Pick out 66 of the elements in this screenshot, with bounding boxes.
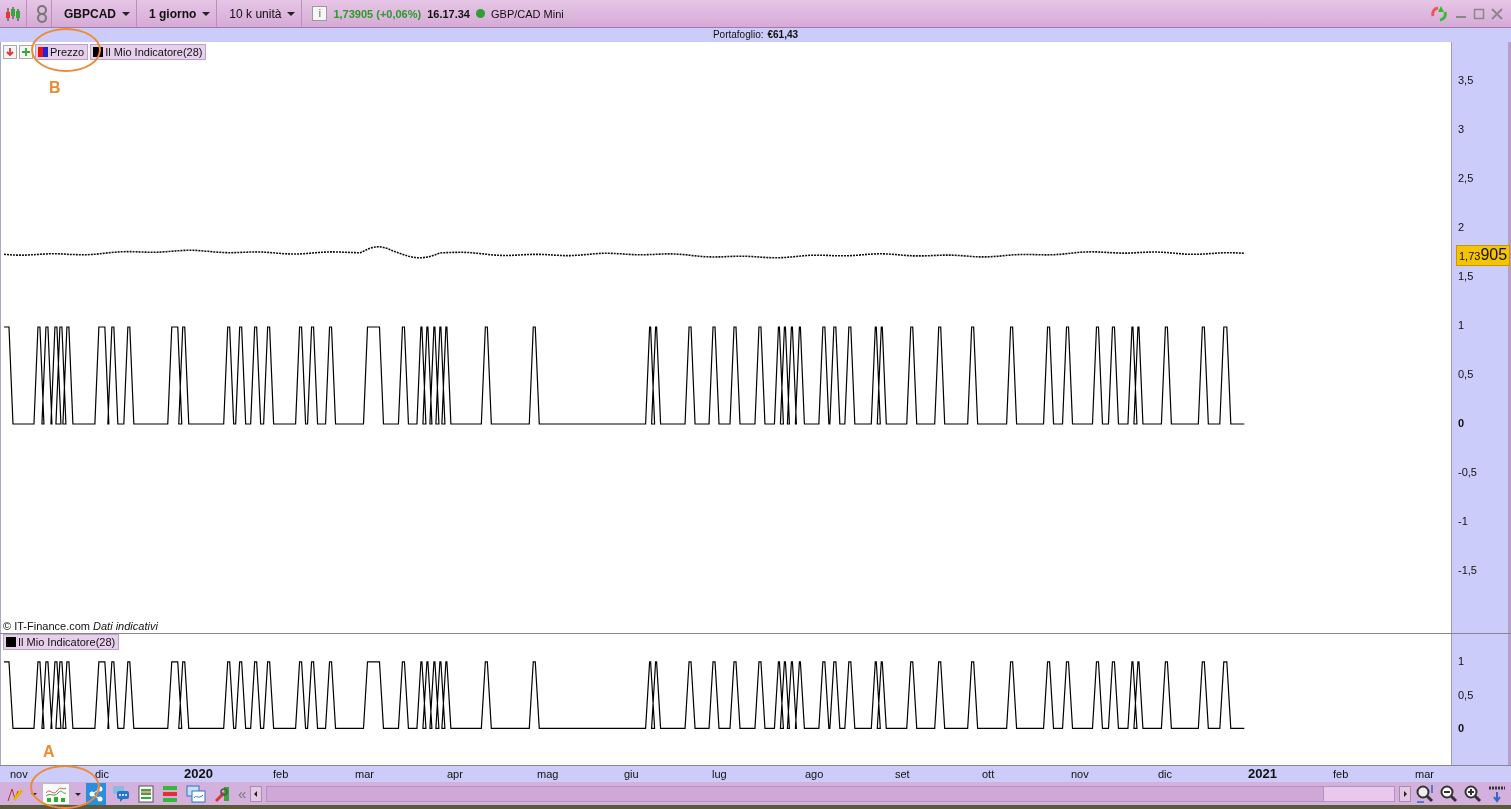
- quote-time: 16.17.34: [427, 7, 470, 20]
- annotation-label: A: [43, 743, 55, 761]
- axis-label: 1,5: [1458, 270, 1474, 282]
- axis-label: lug: [712, 768, 727, 780]
- price-badge: 1,73905: [1456, 245, 1511, 266]
- axis-label: mar: [1415, 768, 1434, 780]
- portfolio-label: Portafoglio:: [712, 28, 764, 42]
- zoom-fit-icon[interactable]: [1415, 783, 1435, 804]
- axis-label: -1: [1458, 515, 1468, 527]
- zoom-out-icon[interactable]: [1439, 783, 1459, 804]
- axis-label: 0: [1458, 417, 1465, 429]
- maximize-icon[interactable]: [1473, 7, 1485, 20]
- axis-label: 2021: [1248, 766, 1277, 781]
- instrument-name: GBP/CAD Mini: [491, 7, 564, 20]
- scrollbar-thumb[interactable]: [1323, 786, 1394, 801]
- axis-label: 0,5: [1458, 368, 1474, 380]
- close-icon[interactable]: [1491, 7, 1503, 20]
- candlestick-icon[interactable]: [4, 4, 22, 23]
- timeframe-dropdown[interactable]: 1 giorno: [147, 6, 213, 21]
- scroll-right-icon[interactable]: [1399, 785, 1411, 802]
- portfolio-value: €61,43: [767, 28, 799, 42]
- scrollbar-track[interactable]: [266, 785, 1395, 802]
- axis-label: dic: [1158, 768, 1173, 780]
- symbol-dropdown[interactable]: GBPCAD: [62, 6, 132, 21]
- info-button[interactable]: i: [312, 6, 328, 21]
- axis-label: dic: [95, 768, 110, 780]
- list-tool[interactable]: [136, 782, 156, 805]
- legend-item[interactable]: Il Mio Indicatore(28): [3, 634, 120, 650]
- axis-label: feb: [1333, 768, 1349, 780]
- quote-text: 1,73905 (+0,06%): [333, 7, 422, 20]
- add-icon[interactable]: [19, 45, 33, 59]
- axis-label: set: [895, 768, 910, 780]
- axis-label: 0: [1458, 722, 1465, 734]
- axis-label: 1: [1458, 655, 1465, 667]
- axis-label: nov: [1071, 768, 1089, 780]
- zoom-in-icon[interactable]: [1463, 783, 1483, 804]
- size-dropdown[interactable]: 10 k unità: [227, 6, 298, 21]
- axis-label: 2,5: [1458, 172, 1474, 184]
- refresh-icon[interactable]: [1429, 4, 1449, 23]
- axis-label: -0,5: [1458, 466, 1477, 478]
- axis-label: 3,5: [1458, 74, 1474, 86]
- axis-label: 2: [1458, 221, 1465, 233]
- credit-text: © IT-Finance.com Dati indicativi: [3, 620, 158, 632]
- annotation-label: B: [49, 79, 61, 97]
- scroll-left-icon[interactable]: [250, 785, 263, 802]
- annotation-circle: [31, 28, 101, 72]
- axis-label: 1: [1458, 319, 1465, 331]
- axis-label: 0,5: [1458, 688, 1474, 701]
- legend-item[interactable]: Il Mio Indicatore(28): [90, 44, 207, 60]
- axis-label: giu: [624, 768, 639, 780]
- arrow-down-icon[interactable]: [3, 45, 17, 59]
- axis-label: apr: [447, 768, 463, 780]
- axis-label: feb: [273, 768, 289, 780]
- axis-label: nov: [10, 768, 28, 780]
- axis-label: 3: [1458, 123, 1465, 135]
- share-tool[interactable]: [86, 782, 106, 805]
- link-icon[interactable]: [37, 4, 47, 23]
- windows-tool[interactable]: [184, 782, 208, 805]
- axis-label: mag: [537, 768, 559, 780]
- axis-label: -1,5: [1458, 564, 1477, 576]
- legend-item[interactable]: Prezzo: [35, 44, 89, 60]
- axis-label: ago: [805, 768, 824, 780]
- axis-label: mar: [355, 768, 374, 780]
- axis-label: 2020: [184, 766, 213, 781]
- axis-label: ott: [982, 768, 995, 780]
- download-icon[interactable]: [1487, 784, 1507, 803]
